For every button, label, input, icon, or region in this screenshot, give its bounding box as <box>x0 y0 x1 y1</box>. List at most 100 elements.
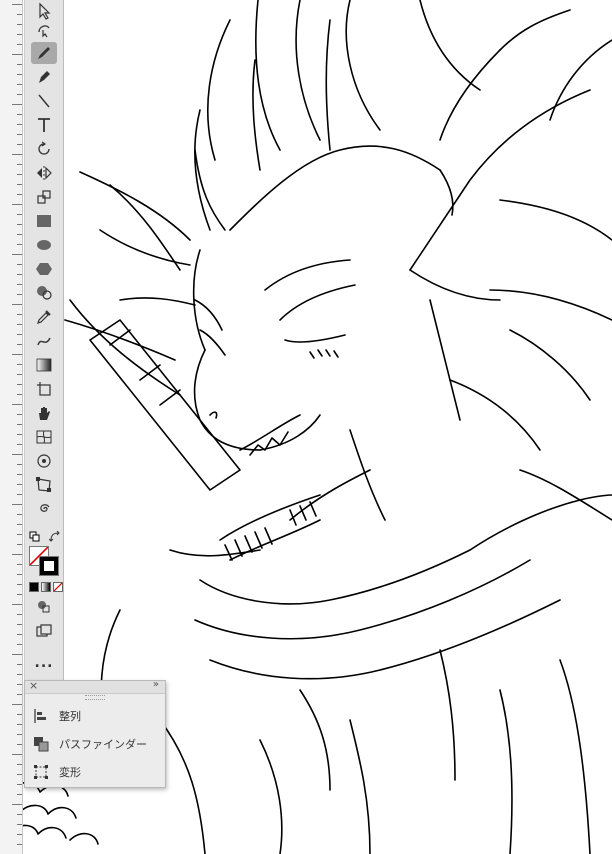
ruler-tick <box>17 484 22 485</box>
eyedropper-icon <box>37 310 51 324</box>
panel-item-pathfinder[interactable]: パスファインダー <box>33 733 147 755</box>
line-segment-icon <box>38 94 50 108</box>
panel-header[interactable]: × » <box>25 679 165 694</box>
tools-panel: ... <box>24 0 64 680</box>
pathfinder-icon <box>34 737 49 752</box>
line-segment-tool[interactable] <box>31 90 57 112</box>
ruler-tick <box>17 84 22 85</box>
gradient-icon <box>36 358 52 372</box>
type-tool[interactable] <box>31 114 57 136</box>
panel-item-label: パスファインダー <box>59 738 147 751</box>
pen-icon <box>39 71 50 83</box>
default-colors-button[interactable] <box>29 528 41 542</box>
draw-mode-button[interactable] <box>31 596 57 618</box>
ruler-tick <box>17 814 22 815</box>
ruler-tick <box>17 274 22 275</box>
rotate-tool[interactable] <box>31 138 57 160</box>
panel-item-label: 整列 <box>59 710 81 723</box>
shape-builder-icon <box>37 286 52 300</box>
blend-tool[interactable] <box>31 330 57 352</box>
ruler-tick <box>17 664 22 665</box>
close-icon[interactable]: × <box>29 679 38 692</box>
ruler-tick <box>17 14 22 15</box>
more-tools-label: ... <box>34 655 54 671</box>
scale-tool[interactable] <box>31 186 57 208</box>
none-button[interactable] <box>53 582 63 592</box>
hand-icon <box>39 407 50 420</box>
ruler-tick <box>17 34 22 35</box>
panel-grip[interactable] <box>85 695 105 700</box>
ruler-tick <box>17 534 22 535</box>
ruler-tick <box>17 364 22 365</box>
ruler-tick <box>17 744 22 745</box>
align-icon <box>34 709 46 723</box>
ruler-tick <box>17 624 22 625</box>
polygon-tool[interactable] <box>31 258 57 280</box>
ruler-tick <box>12 104 22 105</box>
curvature-tool[interactable] <box>31 18 57 40</box>
screen-mode-button[interactable] <box>31 620 57 642</box>
none-icon <box>54 583 62 591</box>
reflect-tool[interactable] <box>31 162 57 184</box>
artboard-tool[interactable] <box>31 378 57 400</box>
spiral-tool[interactable] <box>31 498 57 520</box>
vertical-ruler[interactable] <box>0 0 23 854</box>
ruler-tick <box>17 324 22 325</box>
rectangle-tool[interactable] <box>31 210 57 232</box>
ruler-tick <box>12 604 22 605</box>
puppet-warp-tool[interactable] <box>31 450 57 472</box>
ruler-tick <box>17 94 22 95</box>
ruler-tick <box>17 114 22 115</box>
ruler-tick <box>17 714 22 715</box>
ruler-tick <box>17 344 22 345</box>
panel-item-transform[interactable]: 変形 <box>33 761 81 783</box>
ruler-tick <box>17 44 22 45</box>
ruler-tick <box>17 614 22 615</box>
ruler-tick <box>17 764 22 765</box>
artboard-icon <box>37 382 51 396</box>
ruler-tick <box>17 334 22 335</box>
ruler-tick <box>12 404 22 405</box>
ruler-tick <box>17 774 22 775</box>
ruler-tick <box>17 784 22 785</box>
pen-tool[interactable] <box>31 66 57 88</box>
free-transform-tool[interactable] <box>31 474 57 496</box>
ruler-tick <box>17 164 22 165</box>
shape-builder-tool[interactable] <box>31 282 57 304</box>
scale-icon <box>37 190 51 204</box>
ruler-tick <box>12 154 22 155</box>
expand-icon[interactable]: » <box>153 679 159 690</box>
ruler-tick <box>17 194 22 195</box>
ruler-tick <box>12 304 22 305</box>
eyedropper-tool[interactable] <box>31 306 57 328</box>
gradient-tool[interactable] <box>31 354 57 376</box>
color-button[interactable] <box>29 582 39 592</box>
ruler-tick <box>17 374 22 375</box>
swap-colors-button[interactable] <box>48 528 61 542</box>
spiral-icon <box>40 504 50 512</box>
ruler-tick <box>17 544 22 545</box>
edit-toolbar-button[interactable]: ... <box>31 652 57 674</box>
ruler-tick <box>17 514 22 515</box>
hand-tool[interactable] <box>31 402 57 424</box>
mesh-icon <box>36 430 52 444</box>
ellipse-tool[interactable] <box>31 234 57 256</box>
ruler-tick <box>12 804 22 805</box>
crest-line <box>255 0 281 151</box>
panel-item-align[interactable]: 整列 <box>33 705 81 727</box>
stroke-swatch[interactable] <box>39 556 59 576</box>
ruler-tick <box>17 494 22 495</box>
mesh-tool[interactable] <box>31 426 57 448</box>
gradient-button[interactable] <box>41 582 51 592</box>
ruler-tick <box>17 464 22 465</box>
ruler-tick <box>12 354 22 355</box>
ruler-tick <box>17 684 22 685</box>
ruler-tick <box>17 424 22 425</box>
reflect-icon <box>37 166 52 180</box>
pencil-tool[interactable] <box>31 42 57 64</box>
color-mode-row <box>29 582 63 592</box>
ruler-tick <box>12 754 22 755</box>
ruler-tick <box>17 594 22 595</box>
ruler-tick <box>17 584 22 585</box>
polygon-icon <box>36 263 52 275</box>
